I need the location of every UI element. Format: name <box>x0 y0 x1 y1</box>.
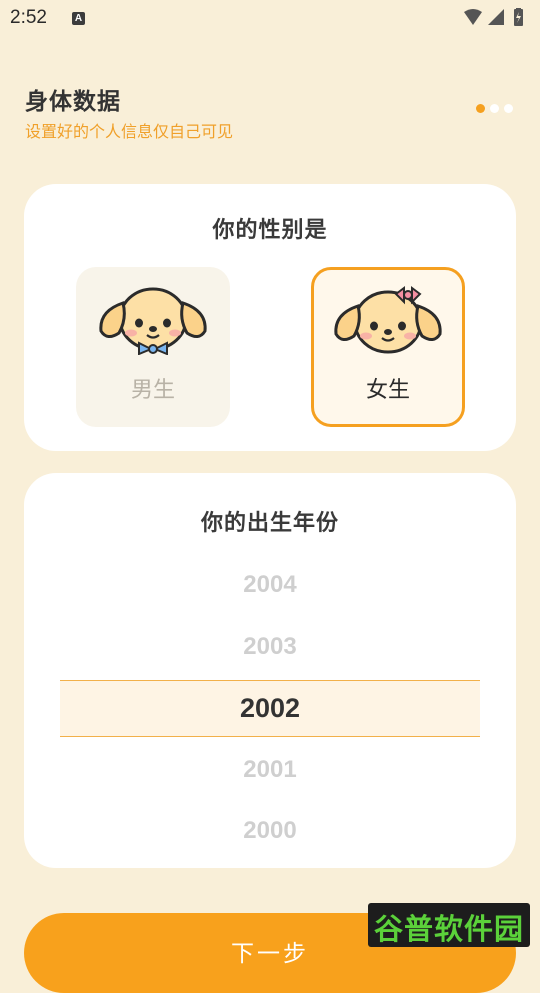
year-option[interactable]: 2001 <box>24 756 516 784</box>
step-dot-3 <box>504 104 513 113</box>
gender-option-female[interactable]: 女生 <box>311 267 465 427</box>
notification-icon: A <box>72 12 85 25</box>
watermark-text: 谷普软件园 <box>373 912 524 946</box>
signal-icon <box>488 9 504 25</box>
watermark-logo: 谷普软件园 <box>368 903 530 947</box>
step-indicator <box>476 104 513 113</box>
birth-year-question: 你的出生年份 <box>200 511 339 536</box>
gender-question: 你的性别是 <box>212 218 328 243</box>
page-title: 身体数据 <box>25 89 121 115</box>
boy-puppy-icon <box>99 287 207 355</box>
birth-year-card: 你的出生年份 2004 2003 2002 2001 2000 <box>24 473 516 868</box>
step-dot-1 <box>476 104 485 113</box>
year-option[interactable]: 2000 <box>24 817 516 845</box>
step-dot-2 <box>490 104 499 113</box>
year-option[interactable]: 2003 <box>24 633 516 661</box>
year-option-selected[interactable]: 2002 <box>24 693 516 724</box>
status-bar: 2:52 A <box>0 0 540 36</box>
gender-label-female: 女生 <box>365 378 410 403</box>
gender-card: 你的性别是 男生 女生 <box>24 184 516 451</box>
status-icons <box>462 8 532 28</box>
girl-puppy-icon <box>334 286 442 354</box>
status-time: 2:52 <box>10 7 47 28</box>
wifi-icon <box>464 9 482 25</box>
gender-label-male: 男生 <box>130 378 175 403</box>
gender-option-male[interactable]: 男生 <box>76 267 230 427</box>
page-subtitle: 设置好的个人信息仅自己可见 <box>25 122 234 141</box>
battery-icon <box>514 8 523 26</box>
year-option[interactable]: 2004 <box>24 571 516 599</box>
